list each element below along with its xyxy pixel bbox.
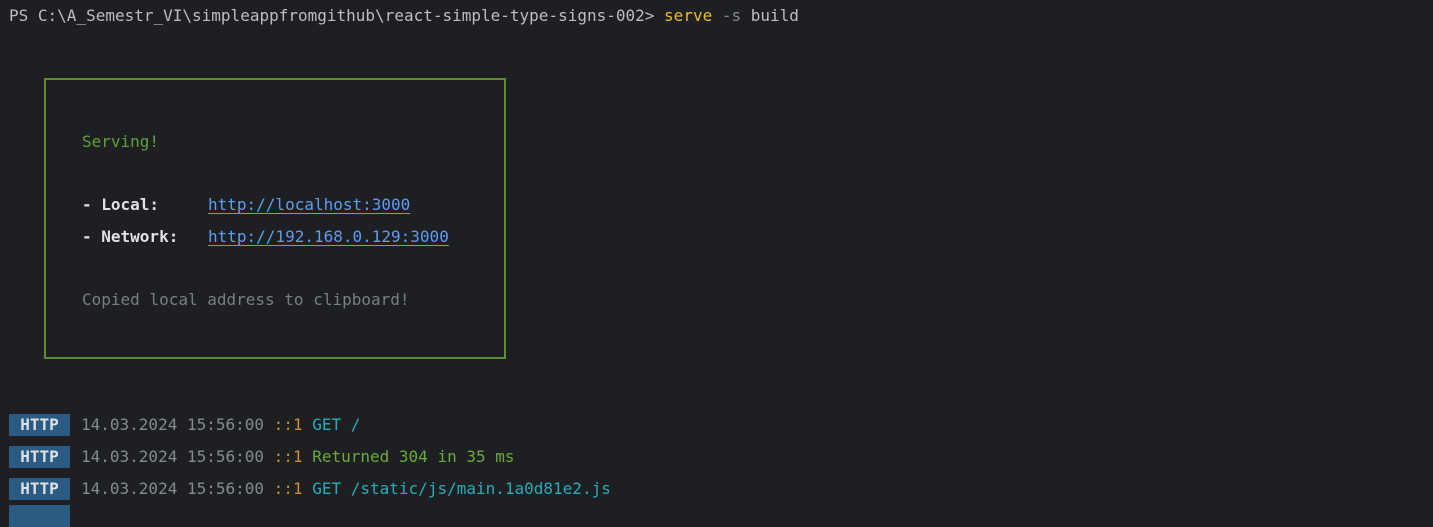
log-timestamp: 14.03.2024 15:56:00 <box>81 447 265 466</box>
local-label: - Local: <box>82 195 160 214</box>
log-timestamp: 14.03.2024 15:56:00 <box>81 479 265 498</box>
clipboard-note: Copied local address to clipboard! <box>82 290 410 309</box>
log-ip: ::1 <box>273 415 303 434</box>
log-line: HTTP 14.03.2024 15:56:00 ::1 GET / <box>9 414 360 436</box>
command-name: serve <box>664 6 713 25</box>
local-address-row: - Local: http://localhost:3000 <box>82 195 410 215</box>
http-badge: HTTP <box>9 478 70 500</box>
http-badge: HTTP <box>9 446 70 468</box>
command-prompt-line: PS C:\A_Semestr_VI\simpleappfromgithub\r… <box>9 6 799 26</box>
log-line: HTTP 14.03.2024 15:56:00 ::1 GET /static/… <box>9 478 611 500</box>
http-badge: HTTP <box>9 414 70 436</box>
network-label: - Network: <box>82 227 179 246</box>
network-address-row: - Network: http://192.168.0.129:3000 <box>82 227 449 247</box>
command-flag: -s <box>721 6 742 25</box>
log-message: GET / <box>312 415 361 434</box>
http-badge-partial <box>9 505 70 527</box>
serve-info-box <box>44 78 506 359</box>
log-ip: ::1 <box>273 447 303 466</box>
network-url-link[interactable]: http://192.168.0.129:3000 <box>208 227 449 246</box>
log-line: HTTP 14.03.2024 15:56:00 ::1 Returned 304… <box>9 446 515 468</box>
log-timestamp: 14.03.2024 15:56:00 <box>81 415 265 434</box>
serving-status: Serving! <box>82 132 160 151</box>
log-line-partial <box>9 505 81 527</box>
log-message: Returned 304 in 35 ms <box>312 447 515 466</box>
local-url-link[interactable]: http://localhost:3000 <box>208 195 410 214</box>
prompt-path: PS C:\A_Semestr_VI\simpleappfromgithub\r… <box>9 6 655 25</box>
log-ip: ::1 <box>273 479 303 498</box>
log-message: GET /static/js/main.1a0d81e2.js <box>312 479 611 498</box>
command-argument: build <box>750 6 799 25</box>
